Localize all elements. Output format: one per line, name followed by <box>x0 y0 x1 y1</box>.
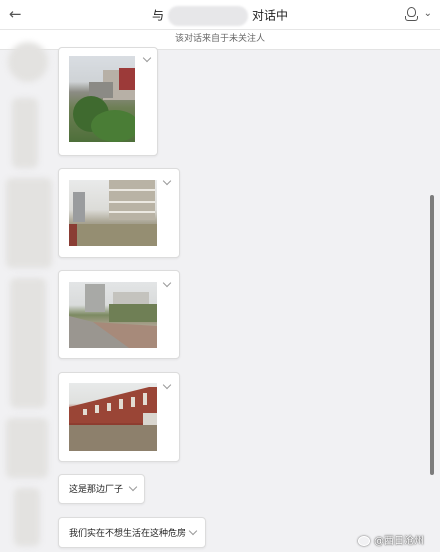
chevron-down-icon[interactable] <box>129 484 139 494</box>
chat-title: 与 对话中 <box>0 0 440 30</box>
message-text: 这是那边厂子 <box>69 485 124 495</box>
chevron-down-icon[interactable] <box>163 178 173 188</box>
message-text: 我们实在不想生活在这种危房 <box>69 529 187 539</box>
header-actions: ⌄ <box>404 6 432 22</box>
person-icon[interactable] <box>404 6 418 22</box>
chevron-down-icon[interactable] <box>163 382 173 392</box>
image-message[interactable] <box>58 270 180 359</box>
redacted-username <box>168 5 248 26</box>
chevron-down-icon[interactable] <box>189 528 199 538</box>
text-message[interactable]: 我们实在不想生活在这种危房 <box>58 517 206 548</box>
title-suffix: 对话中 <box>252 8 289 23</box>
weibo-logo-icon <box>358 535 370 546</box>
chevron-down-icon[interactable] <box>163 280 173 290</box>
image-message[interactable] <box>58 168 180 258</box>
watermark-text: @西日沧州 <box>374 536 424 547</box>
chevron-down-icon[interactable] <box>143 55 153 65</box>
photo-red-brick-factory[interactable] <box>69 383 157 451</box>
image-message[interactable] <box>58 372 180 462</box>
redacted-sender-area <box>0 38 56 552</box>
photo-building-with-trees[interactable] <box>69 56 135 142</box>
photo-street-and-wall[interactable] <box>69 282 157 348</box>
photo-unfinished-building[interactable] <box>69 180 157 246</box>
text-message[interactable]: 这是那边厂子 <box>58 474 145 504</box>
title-prefix: 与 <box>151 8 164 23</box>
chevron-down-icon[interactable]: ⌄ <box>424 6 432 22</box>
weibo-watermark: @西日沧州 <box>358 532 424 547</box>
image-message[interactable] <box>58 47 158 156</box>
chat-header: ← 与对话中 ⌄ <box>0 0 440 30</box>
scrollbar-thumb[interactable] <box>430 195 434 475</box>
